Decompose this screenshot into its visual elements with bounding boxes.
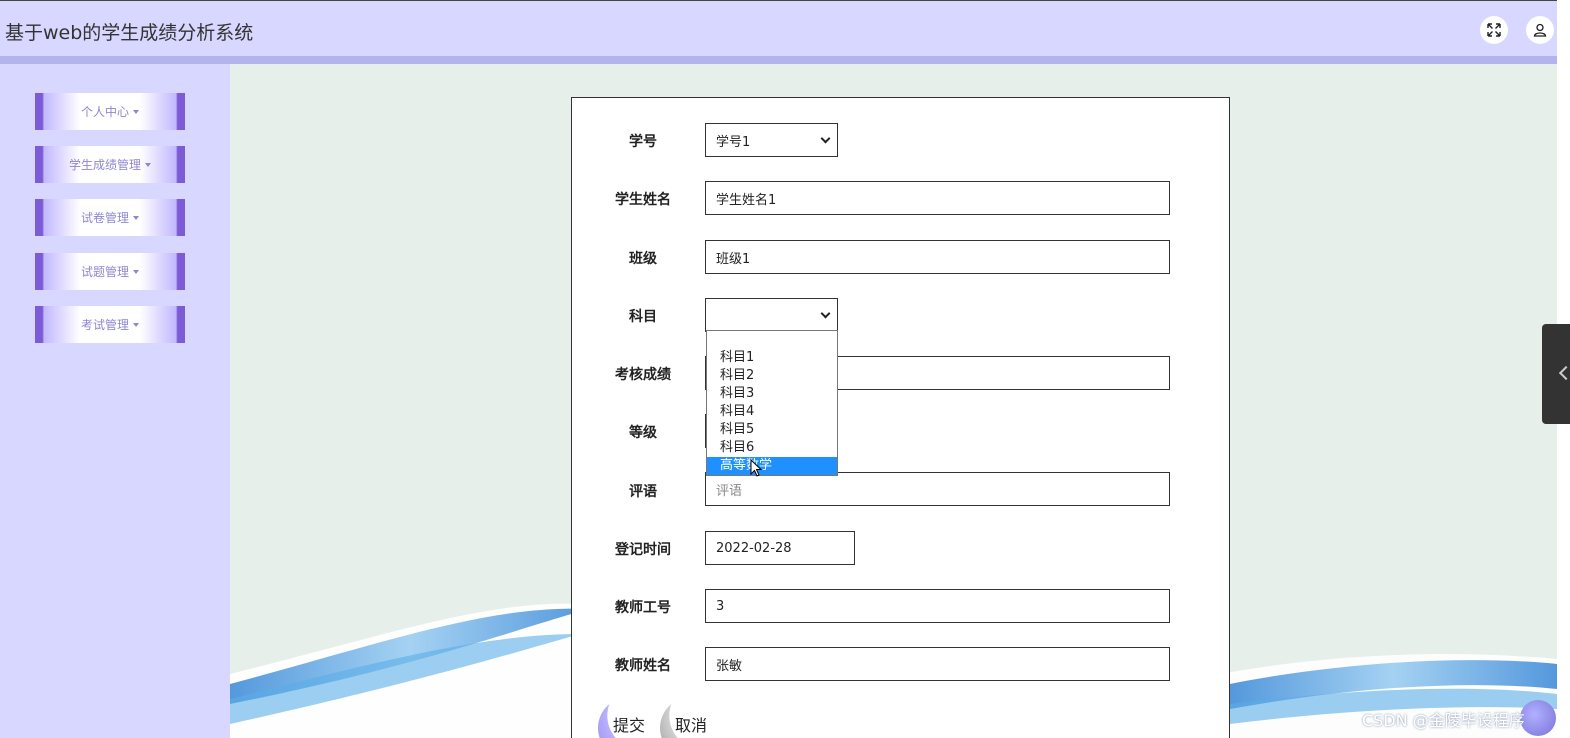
scroll-top-ball[interactable] (1520, 700, 1556, 736)
student-id-value: 学号1 (716, 134, 751, 150)
teacher-id-label: 教师工号 (615, 600, 671, 616)
teacher-name-label: 教师姓名 (615, 658, 671, 674)
subject-label: 科目 (629, 309, 657, 325)
side-collapse-tab[interactable] (1542, 324, 1570, 424)
comment-input[interactable]: 评语 (705, 472, 1170, 506)
dropdown-option[interactable]: 科目6 (707, 439, 837, 457)
sidebar-item-label: 个人中心 (80, 105, 129, 119)
sidebar-item-paper-management[interactable]: 试卷管理 (35, 199, 185, 236)
teacher-id-input[interactable]: 3 (705, 589, 1170, 623)
watermark: CSDN @金陵毕设程序 (1362, 711, 1525, 730)
chevron-down-icon (820, 308, 831, 318)
mouse-cursor-icon (750, 459, 762, 477)
subject-dropdown-list: 科目1 科目2 科目3 科目4 科目5 科目6 高等数学 (706, 330, 838, 476)
sidebar-item-label: 试卷管理 (80, 211, 129, 225)
caret-down-icon (133, 109, 139, 114)
app-title: 基于web的学生成绩分析系统 (5, 22, 254, 44)
cancel-label: 取消 (674, 716, 707, 735)
dropdown-option[interactable]: 科目1 (707, 349, 837, 367)
class-label: 班级 (629, 251, 657, 267)
main-content (230, 64, 1557, 738)
register-time-input[interactable]: 2022-02-28 (705, 531, 855, 565)
fullscreen-button[interactable] (1480, 16, 1508, 44)
sidebar-item-label: 学生成绩管理 (68, 158, 141, 172)
top-header: 基于web的学生成绩分析系统 (0, 0, 1557, 56)
dropdown-option[interactable]: 科目2 (707, 367, 837, 385)
chevron-down-icon (820, 133, 831, 143)
subject-select[interactable] (705, 298, 838, 332)
sidebar: 个人中心 学生成绩管理 试卷管理 试题管理 考试管理 (0, 64, 230, 738)
dropdown-option[interactable]: 科目4 (707, 403, 837, 421)
dropdown-option-highlighted[interactable]: 高等数学 (707, 457, 837, 475)
student-id-select[interactable]: 学号1 (705, 123, 838, 157)
dropdown-option[interactable]: 科目5 (707, 421, 837, 439)
grade-label: 等级 (629, 425, 657, 441)
comment-label: 评语 (629, 484, 657, 500)
sidebar-item-label: 试题管理 (80, 265, 129, 279)
student-name-label: 学生姓名 (615, 192, 671, 208)
dropdown-option[interactable]: 科目3 (707, 385, 837, 403)
sidebar-item-personal-center[interactable]: 个人中心 (35, 93, 185, 130)
header-divider (0, 56, 1557, 64)
sidebar-item-question-management[interactable]: 试题管理 (35, 253, 185, 290)
teacher-name-input[interactable]: 张敏 (705, 647, 1170, 681)
sidebar-item-exam-management[interactable]: 考试管理 (35, 306, 185, 343)
class-input[interactable]: 班级1 (705, 240, 1170, 274)
student-id-label: 学号 (629, 134, 657, 150)
user-button[interactable] (1526, 16, 1554, 44)
register-time-label: 登记时间 (615, 542, 671, 558)
caret-down-icon (133, 269, 139, 274)
sidebar-item-label: 考试管理 (80, 318, 129, 332)
score-label: 考核成绩 (615, 367, 671, 383)
caret-down-icon (133, 215, 139, 220)
sidebar-item-score-management[interactable]: 学生成绩管理 (35, 146, 185, 183)
caret-down-icon (145, 162, 151, 167)
caret-down-icon (133, 322, 139, 327)
user-icon (1533, 23, 1547, 37)
student-name-input[interactable]: 学生姓名1 (705, 181, 1170, 215)
fullscreen-icon (1487, 23, 1501, 37)
submit-label: 提交 (612, 716, 645, 735)
